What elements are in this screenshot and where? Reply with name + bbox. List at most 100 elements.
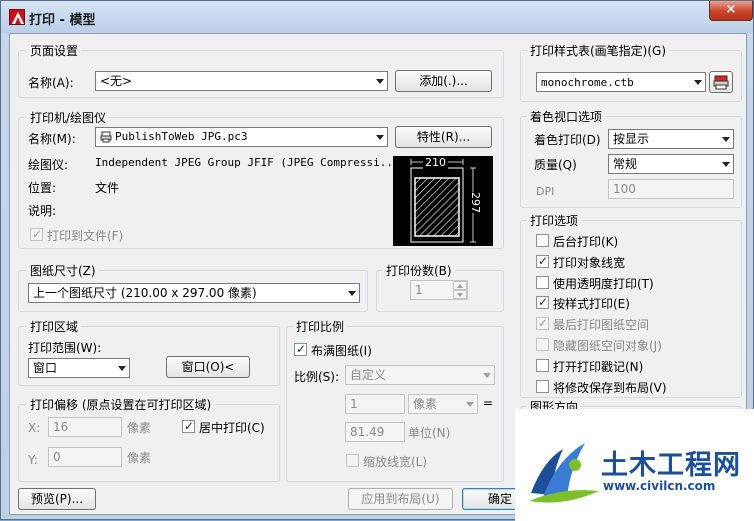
- chevron-down-icon: [371, 72, 387, 90]
- printer-name-dropdown[interactable]: PublishToWeb JPG.pc3: [95, 127, 388, 147]
- copies-legend: 打印份数(B): [383, 262, 455, 279]
- plot-style-table-dropdown[interactable]: monochrome.ctb: [536, 72, 706, 92]
- scale-unit-label: 单位(N): [408, 426, 451, 440]
- printer-properties-button[interactable]: 特性(R)...: [395, 126, 492, 148]
- quality-label: 质量(Q): [534, 158, 577, 172]
- description-label: 说明:: [28, 204, 57, 218]
- scale-value1-input[interactable]: 1: [345, 394, 405, 414]
- quality-dropdown[interactable]: 常规: [608, 154, 734, 174]
- title-bar[interactable]: 打印 - 模型 ×: [1, 1, 753, 33]
- plot-option-label: 打印对象线宽: [553, 256, 626, 270]
- plot-option-label: 最后打印图纸空间: [553, 318, 650, 332]
- scale-label: 比例(S):: [294, 370, 340, 384]
- site-watermark: 土木工程网 www.civilcn.com: [515, 409, 754, 521]
- scale-equals: =: [483, 396, 494, 410]
- chevron-down-icon: [689, 73, 705, 91]
- plot-option-checkbox[interactable]: [536, 359, 549, 372]
- shade-plot-dropdown[interactable]: 按显示: [608, 129, 734, 149]
- offset-y-input[interactable]: 0: [48, 447, 122, 467]
- plot-range-dropdown[interactable]: 窗口: [28, 358, 130, 378]
- page-setup-name-dropdown[interactable]: <无>: [95, 71, 388, 91]
- offset-y-label: Y:: [28, 453, 38, 467]
- plot-option-label: 隐藏图纸空间对象(J): [553, 339, 662, 353]
- plot-option-checkbox[interactable]: [536, 316, 549, 330]
- paper-size-dropdown[interactable]: 上一个图纸尺寸 (210.00 x 297.00 像素): [28, 283, 360, 303]
- window-title: 打印 - 模型: [29, 13, 96, 28]
- chevron-down-icon: [478, 366, 494, 384]
- page-setup-name-label: 名称(A):: [28, 76, 74, 90]
- plot-option-label: 打开打印戳记(N): [553, 360, 644, 374]
- location-value: 文件: [95, 181, 120, 195]
- print-dialog-window: 打印 - 模型 × 页面设置 名称(A): <无> 添加(.)... 打印机/绘…: [0, 0, 754, 521]
- plot-offset-group: 打印偏移 (原点设置在可打印区域): [18, 396, 280, 482]
- copies-spin-up[interactable]: [453, 281, 467, 290]
- apply-to-layout-button[interactable]: 应用到布局(U): [348, 488, 453, 510]
- plot-option-label: 使用透明度打印(T): [553, 277, 654, 291]
- shade-plot-value: 按显示: [613, 132, 650, 146]
- printer-name-label: 名称(M):: [28, 132, 76, 146]
- civilcn-logo-icon: [529, 443, 599, 503]
- plot-option-checkbox[interactable]: [536, 338, 549, 351]
- print-to-file-checkbox[interactable]: [30, 227, 43, 241]
- offset-x-unit: 像素: [127, 421, 152, 435]
- plot-style-table-legend: 打印样式表(画笔指定)(G): [527, 42, 670, 59]
- shaded-viewport-legend: 着色视口选项: [527, 108, 606, 125]
- plot-option-checkbox[interactable]: [536, 254, 549, 268]
- scale-value2-input[interactable]: 81.49: [345, 422, 405, 442]
- dpi-input[interactable]: 100: [608, 179, 734, 199]
- offset-x-label: X:: [28, 421, 41, 435]
- chevron-down-icon: [371, 128, 387, 146]
- chevron-down-icon: [717, 155, 733, 173]
- window-pick-button[interactable]: 窗口(O)<: [166, 356, 250, 378]
- plot-option-checkbox[interactable]: [536, 234, 549, 247]
- center-plot-checkbox[interactable]: [182, 419, 195, 433]
- shade-plot-label: 着色打印(D): [534, 133, 601, 147]
- plot-option-checkbox[interactable]: [536, 380, 549, 393]
- plotter-label: 绘图仪:: [28, 158, 69, 172]
- close-button[interactable]: ×: [709, 1, 753, 21]
- autocad-app-icon: [9, 9, 25, 25]
- plot-option-checkbox[interactable]: [536, 295, 549, 309]
- scale-value: 自定义: [350, 368, 387, 382]
- plot-offset-legend: 打印偏移 (原点设置在可打印区域): [27, 396, 215, 413]
- scale-lineweights-checkbox[interactable]: [346, 454, 359, 467]
- chevron-down-icon: [717, 130, 733, 148]
- location-label: 位置:: [28, 181, 57, 195]
- plot-range-label: 打印范围(W):: [28, 341, 102, 355]
- print-to-file-label: 打印到文件(F): [47, 229, 124, 243]
- plot-style-editor-icon: [713, 75, 729, 90]
- offset-x-input[interactable]: 16: [48, 417, 122, 437]
- plot-option-label: 按样式打印(E): [553, 297, 630, 311]
- scale-dropdown[interactable]: 自定义: [345, 365, 495, 385]
- preview-width-label: 210: [423, 156, 448, 169]
- center-plot-label: 居中打印(C): [199, 421, 265, 435]
- page-setup-legend: 页面设置: [27, 42, 82, 59]
- plot-area-legend: 打印区域: [27, 318, 82, 335]
- watermark-url: www.civilcn.com: [603, 479, 716, 493]
- edit-plot-style-button[interactable]: [709, 71, 733, 93]
- plot-range-value: 窗口: [33, 361, 58, 375]
- plotter-value: Independent JPEG Group JFIF (JPEG Compre…: [95, 156, 400, 169]
- scale-unit-dropdown[interactable]: 像素: [408, 394, 478, 414]
- fit-to-paper-label: 布满图纸(I): [311, 344, 372, 358]
- printer-plotter-legend: 打印机/绘图仪: [27, 109, 110, 126]
- printer-icon: [100, 131, 112, 143]
- add-page-setup-button[interactable]: 添加(.)...: [395, 70, 492, 92]
- plot-option-label: 将修改保存到布局(V): [553, 381, 667, 395]
- plot-option-checkbox[interactable]: [536, 276, 549, 289]
- dpi-label: DPI: [536, 185, 555, 198]
- scale-unit-value: 像素: [413, 397, 438, 411]
- printer-name-value: PublishToWeb JPG.pc3: [115, 130, 248, 143]
- chevron-down-icon: [343, 284, 359, 302]
- preview-button[interactable]: 预览(P)...: [18, 488, 96, 510]
- copies-spin-down[interactable]: [453, 290, 467, 299]
- plot-scale-legend: 打印比例: [293, 318, 348, 335]
- preview-height-label: 297: [469, 192, 482, 213]
- paper-preview: 210 297: [393, 156, 493, 246]
- scale-lineweights-label: 缩放线宽(L): [363, 455, 428, 469]
- paper-size-value: 上一个图纸尺寸 (210.00 x 297.00 像素): [33, 286, 257, 300]
- paper-size-legend: 图纸尺寸(Z): [27, 262, 99, 279]
- fit-to-paper-checkbox[interactable]: [294, 342, 307, 356]
- offset-y-unit: 像素: [127, 451, 152, 465]
- plot-options-legend: 打印选项: [527, 212, 582, 229]
